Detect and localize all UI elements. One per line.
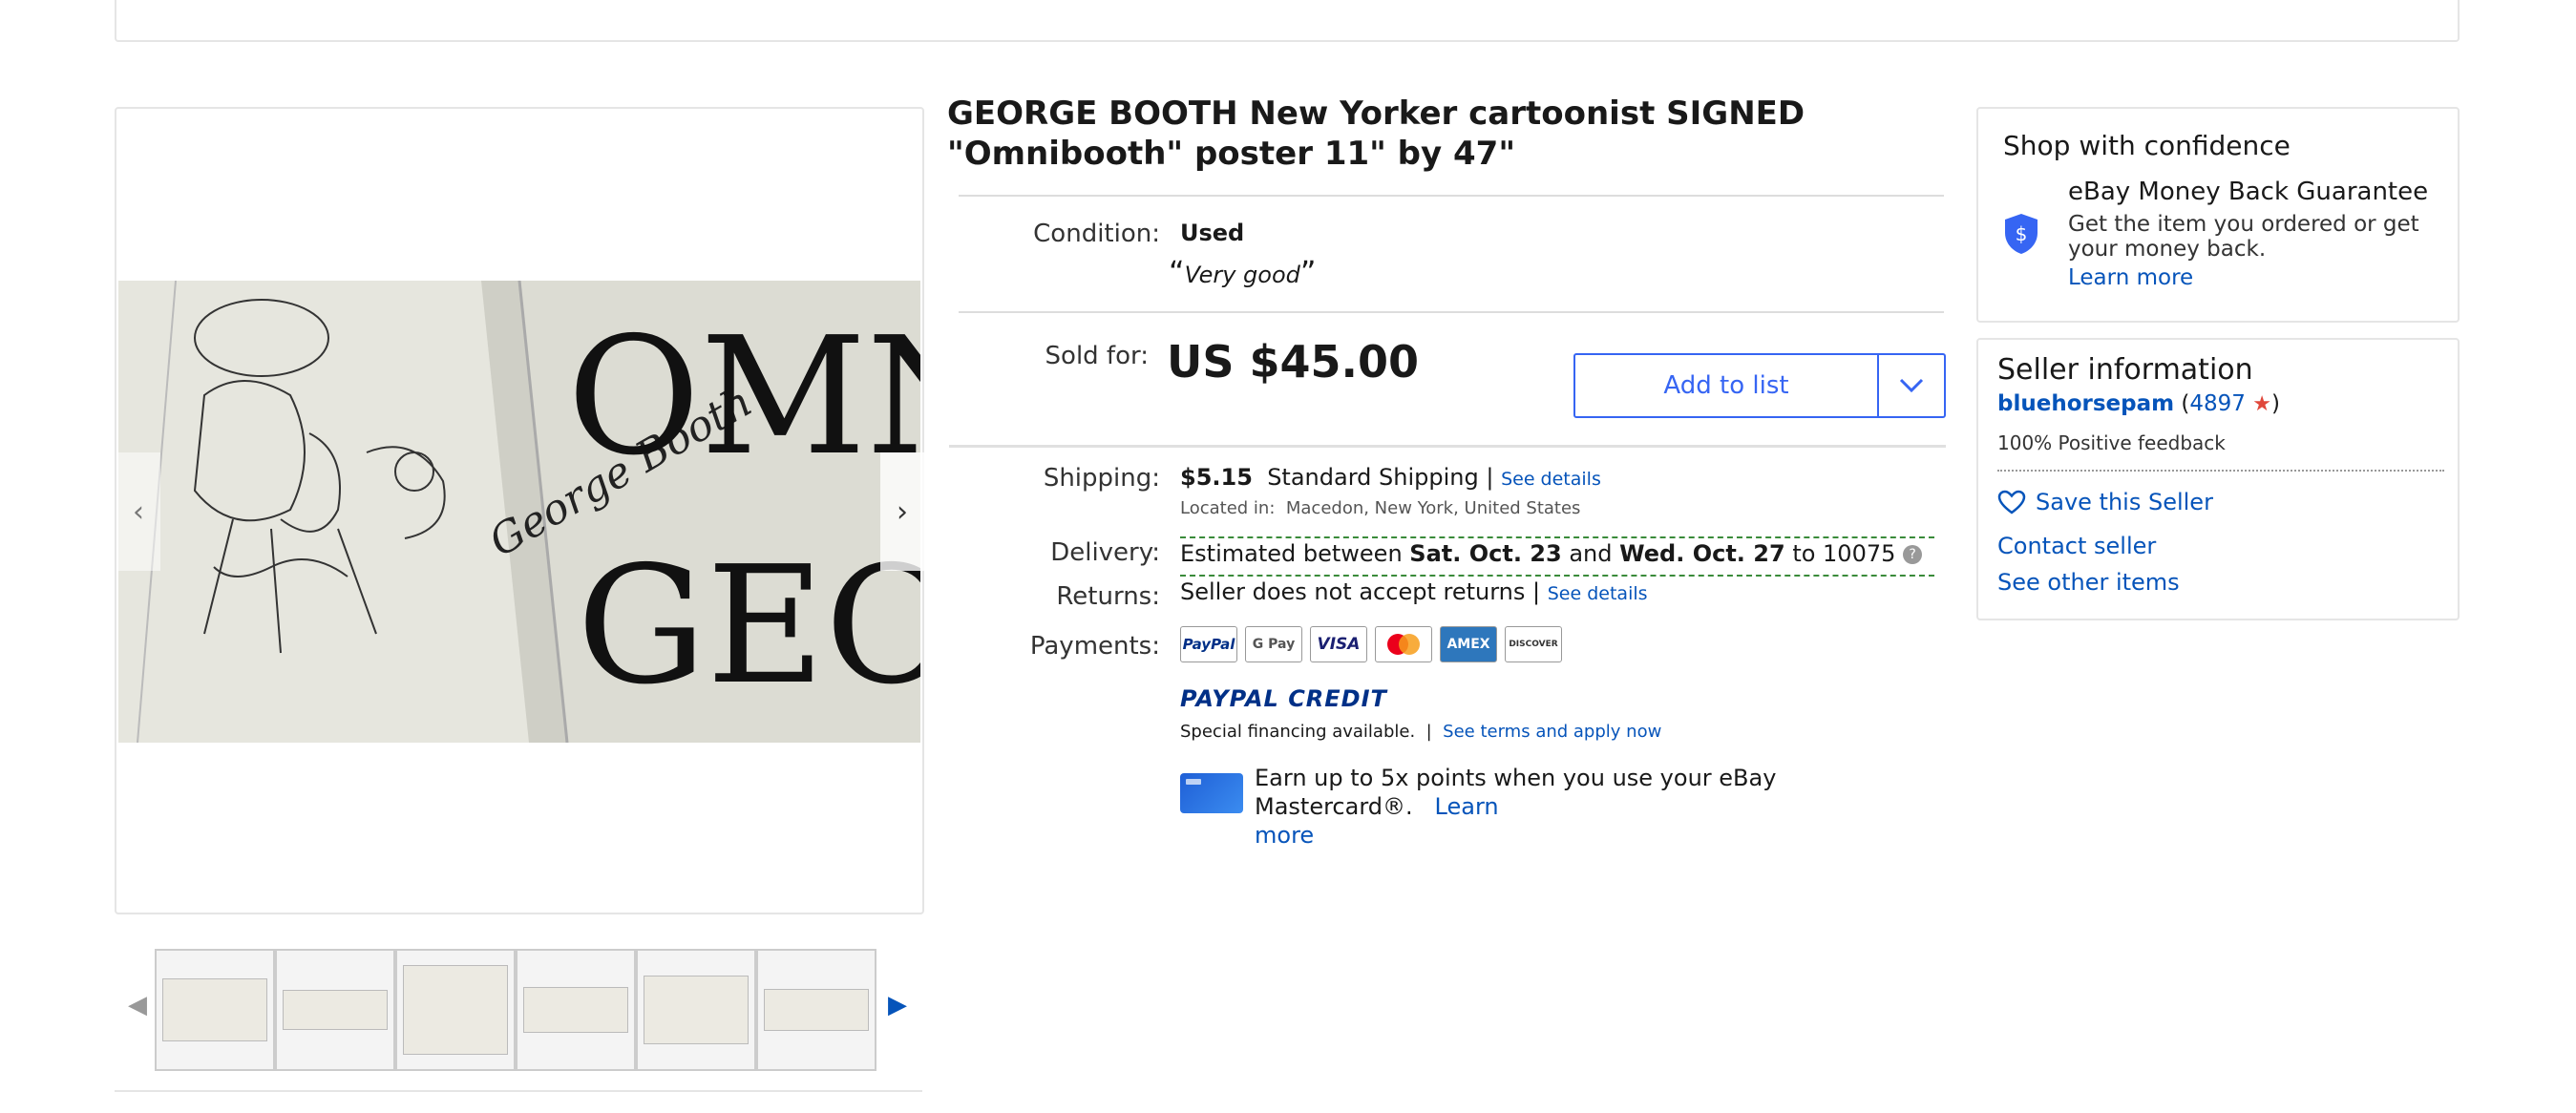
chevron-left-icon: ‹ [133,494,144,529]
financing-terms-link[interactable]: See terms and apply now [1443,722,1661,742]
shipping-method: Standard Shipping [1267,464,1479,491]
chevron-right-icon: › [897,494,908,529]
location-line: Located in: Macedon, New York, United St… [1180,498,1580,518]
thumb-next-arrow-icon[interactable]: ▶ [888,991,907,1019]
returns-line: Seller does not accept returns | See det… [1180,578,1648,605]
seller-name-line: bluehorsepam (4897 ★) [1997,391,2280,416]
thumbnail-6[interactable] [756,949,876,1071]
thumbnail-1[interactable] [155,949,275,1071]
delivery-and: and [1569,540,1613,567]
mastercard-icon [1375,626,1432,662]
svg-text:$: $ [2016,222,2028,245]
help-icon[interactable]: ? [1903,545,1923,564]
feedback-score-link[interactable]: 4897 [2189,391,2246,416]
delivery-bottom-divider [1180,575,1934,577]
separator: | [1486,464,1494,491]
item-title: GEORGE BOOTH New Yorker cartoonist SIGNE… [947,94,1805,173]
sold-for-label: Sold for: [1045,342,1149,370]
thumbnail-2[interactable] [275,949,395,1071]
payment-methods: PayPal G Pay VISA AMEX DISCOVER [1180,626,1562,662]
more-link[interactable]: more [1255,822,1314,849]
seller-name-link[interactable]: bluehorsepam [1997,391,2174,416]
delivery-end: Wed. Oct. 27 [1619,540,1785,567]
paypal-icon: PayPal [1180,626,1237,662]
discover-icon: DISCOVER [1505,626,1562,662]
thumbnail-4[interactable] [516,949,636,1071]
confidence-panel: Shop with confidence $ eBay Money Back G… [1976,107,2460,323]
delivery-label: Delivery: [1050,538,1160,567]
financing-line: Special financing available. | See terms… [1180,722,1661,742]
guarantee-title: eBay Money Back Guarantee [2068,178,2429,206]
delivery-start: Sat. Oct. 23 [1409,540,1562,567]
divider [949,445,1946,448]
guarantee-learn-more-link[interactable]: Learn more [2068,265,2193,290]
shipping-cost: $5.15 [1180,464,1253,491]
condition-quote: “Very good” [1169,254,1317,290]
delivery-prefix: Estimated between [1180,540,1403,567]
mastercard-offer-text: Earn up to 5x points when you use your e… [1255,765,1777,820]
heart-icon [1997,490,2026,514]
thumbnail-3[interactable] [395,949,516,1071]
save-seller-label[interactable]: Save this Seller [2036,489,2213,515]
main-image[interactable]: George Booth OMN GEOR [118,281,920,743]
thumbnail-5[interactable] [636,949,756,1071]
shield-icon: $ [2001,212,2041,260]
see-other-items-link[interactable]: See other items [1997,569,2180,596]
condition-label: Condition: [1033,220,1160,248]
google-pay-icon: G Pay [1245,626,1302,662]
star-icon: ★ [2252,392,2271,416]
shipping-see-details-link[interactable]: See details [1501,469,1601,490]
paypal-credit-logo: PAYPAL CREDIT [1180,685,1387,712]
add-to-list-button[interactable]: Add to list [1573,353,1946,418]
poster-photo: George Booth OMN GEOR [118,281,920,743]
price: US $45.00 [1167,336,1420,388]
amex-icon: AMEX [1440,626,1497,662]
mastercard-offer: Earn up to 5x points when you use your e… [1255,764,1923,850]
divider [115,1090,922,1092]
guarantee-line2: your money back. [2068,237,2267,262]
thumbnail-strip: ◀ ▶ [124,949,917,1071]
visa-icon: VISA [1310,626,1367,662]
delivery-line: Estimated between Sat. Oct. 23 and Wed. … [1180,540,1923,567]
thumb-prev-arrow-icon[interactable]: ◀ [128,991,147,1019]
prev-image-button[interactable]: ‹ [116,452,160,571]
delivery-top-divider [1180,536,1934,538]
ebay-mastercard-icon [1180,773,1243,813]
learn-link[interactable]: Learn [1435,793,1499,820]
guarantee-line1: Get the item you ordered or get [2068,212,2419,237]
location: Macedon, New York, United States [1285,498,1581,518]
chevron-down-icon[interactable] [1879,355,1944,416]
confidence-heading: Shop with confidence [2003,130,2291,161]
delivery-zip: to 10075 [1792,540,1896,567]
returns-see-details-link[interactable]: See details [1548,583,1648,604]
main-image-panel[interactable]: George Booth OMN GEOR ‹ › [115,107,924,914]
divider [959,195,1944,197]
returns-text: Seller does not accept returns [1180,578,1526,605]
shipping-label: Shipping: [1043,464,1160,493]
top-header-bar [115,0,2460,42]
poster-text-top: OMN [567,303,920,492]
located-label: Located in: [1180,498,1276,518]
divider [959,311,1944,313]
shipping-line: $5.15 Standard Shipping | See details [1180,464,1601,491]
condition-value: Used [1180,220,1245,246]
financing-text: Special financing available. [1180,722,1416,742]
returns-label: Returns: [1056,582,1160,611]
divider [1997,470,2444,472]
add-to-list-label[interactable]: Add to list [1575,355,1879,416]
condition-description: Very good [1184,262,1300,288]
poster-text-bottom: GEOR [577,532,920,721]
separator: | [1532,578,1541,605]
separator: | [1425,722,1432,742]
positive-feedback: 100% Positive feedback [1997,431,2226,454]
seller-panel: Seller information bluehorsepam (4897 ★)… [1976,338,2460,620]
payments-label: Payments: [1029,632,1160,661]
seller-heading: Seller information [1997,353,2253,387]
next-image-button[interactable]: › [880,452,924,571]
save-seller-button[interactable]: Save this Seller [1997,489,2213,515]
paren-close: ) [2270,391,2280,416]
contact-seller-link[interactable]: Contact seller [1997,533,2156,559]
